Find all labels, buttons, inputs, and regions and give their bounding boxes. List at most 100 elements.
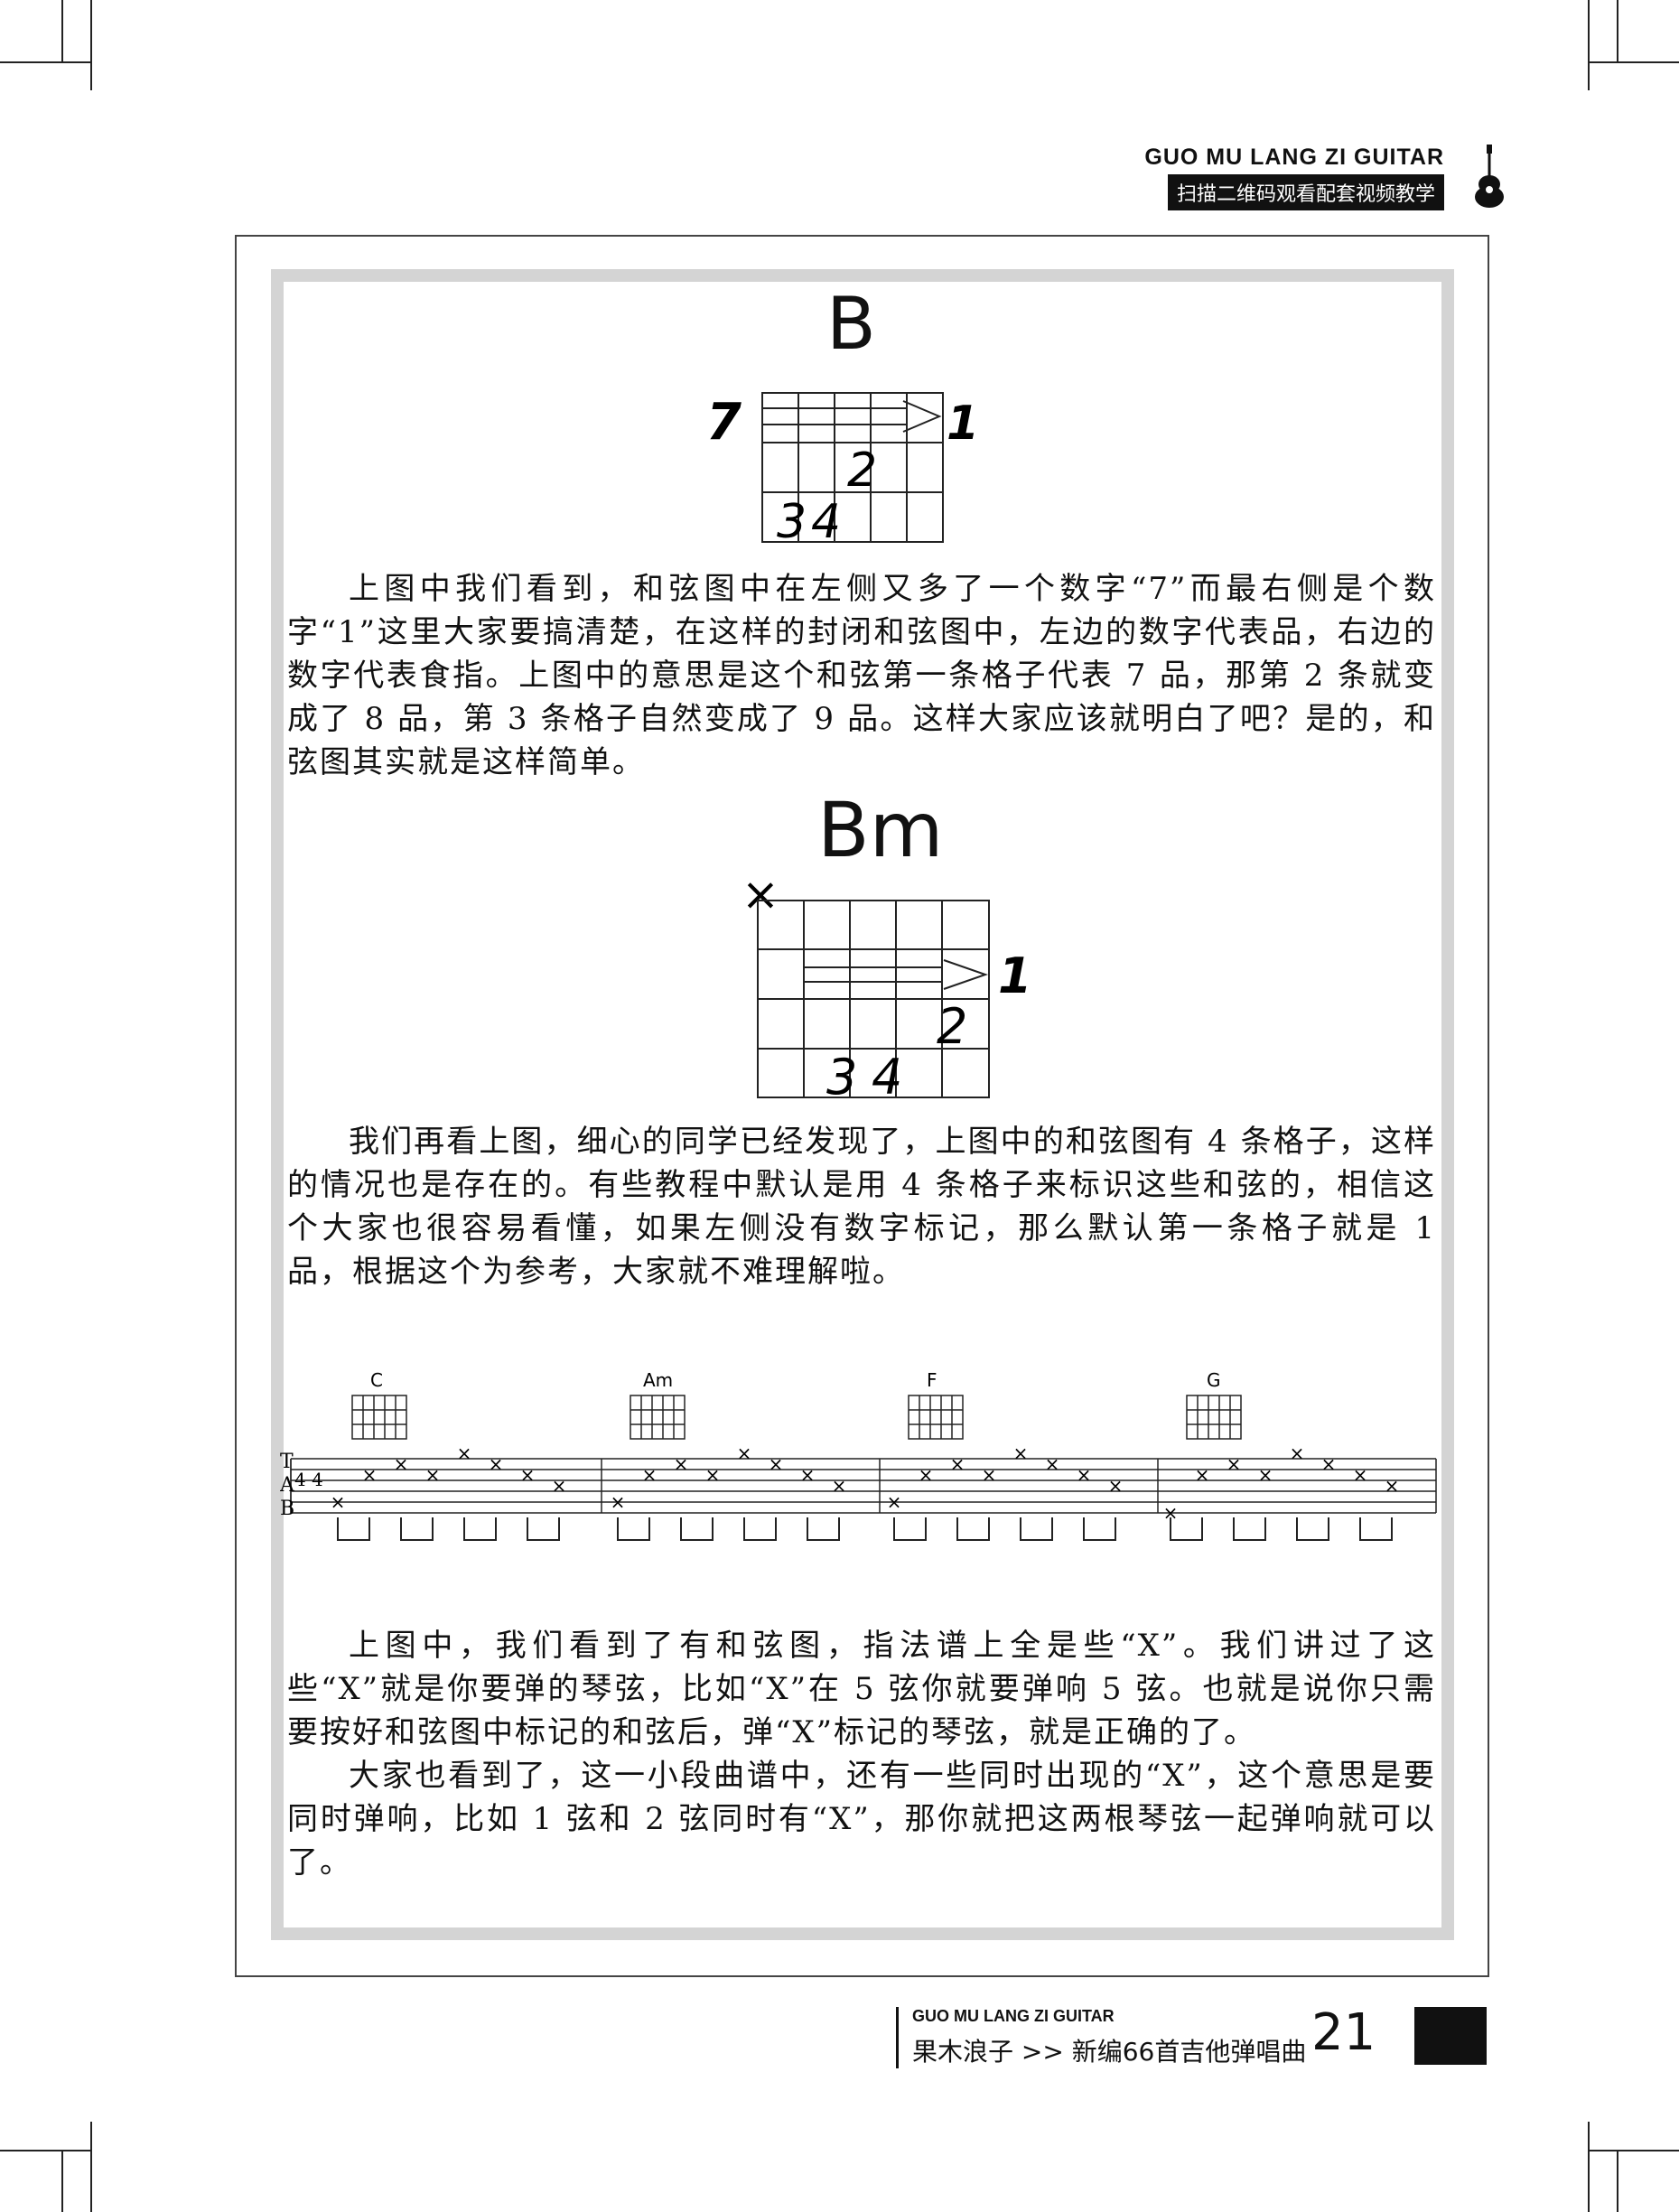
tab-stem xyxy=(1233,1517,1266,1541)
crop-mark xyxy=(1589,2150,1679,2151)
finger-label-2: 2 xyxy=(937,998,967,1055)
page-number: 21 xyxy=(1311,2003,1376,2062)
crop-mark xyxy=(90,0,92,90)
finger-label-3: 3 xyxy=(826,1049,857,1106)
tab-stem xyxy=(893,1517,927,1541)
chord-title-b: B xyxy=(826,282,876,366)
tab-stem xyxy=(1020,1517,1053,1541)
tab-x-mark: × xyxy=(832,1475,847,1497)
tab-stem xyxy=(1083,1517,1116,1541)
footer-divider xyxy=(896,2007,899,2068)
crop-mark xyxy=(1617,2150,1618,2212)
tab-x-mark: × xyxy=(1385,1475,1400,1497)
crop-mark xyxy=(0,61,90,63)
tab-x-mark: × xyxy=(950,1453,965,1475)
finger-label-4: 4 xyxy=(872,1049,902,1106)
tab-x-mark: × xyxy=(1045,1453,1060,1475)
page-tab-block xyxy=(1414,2007,1487,2065)
tab-x-mark: × xyxy=(1077,1464,1092,1486)
tab-stems xyxy=(337,1517,1393,1541)
chord-title-bm: Bm xyxy=(817,786,944,874)
header: GUO MU LANG ZI GUITAR 扫描二维码观看配套视频教学 xyxy=(1144,145,1444,210)
tab-x-mark: × xyxy=(887,1491,902,1513)
chord-diagram-bm: × 1 2 3 4 xyxy=(742,872,1032,1106)
tablature: C Am F G T A B 4 4 × × × × × × × × × × × × × × × × × × × × ×… xyxy=(280,1369,1437,1541)
tab-notes: ×× × ×× × × ××× × ×× × × ××× × ×× × × ××× × ×× × × × xyxy=(331,1442,1400,1524)
header-subtitle: 扫描二维码观看配套视频教学 xyxy=(1167,174,1444,210)
tab-x-mark: × xyxy=(1195,1464,1210,1486)
tab-stem xyxy=(527,1517,560,1541)
crop-mark xyxy=(1589,61,1679,63)
tab-x-mark: × xyxy=(1258,1464,1273,1486)
tab-stem xyxy=(680,1517,714,1541)
finger-label-1: 1 xyxy=(998,947,1032,1004)
crop-mark xyxy=(1588,2122,1590,2212)
tab-stem xyxy=(617,1517,650,1541)
chord-label-am: Am xyxy=(643,1369,673,1391)
tab-x-mark: × xyxy=(674,1453,689,1475)
paragraph-1: 上图中我们看到，和弦图中在左侧又多了一个数字“7”而最右侧是个数字“1”这里大家… xyxy=(287,567,1436,784)
crop-mark xyxy=(61,0,63,63)
tab-x-mark: × xyxy=(552,1475,567,1497)
tab-x-mark: × xyxy=(457,1442,472,1464)
tab-x-mark: × xyxy=(331,1491,346,1513)
header-brand: GUO MU LANG ZI GUITAR xyxy=(1144,145,1444,170)
tab-stem xyxy=(956,1517,990,1541)
tab-x-mark: × xyxy=(1108,1475,1124,1497)
tab-x-mark: × xyxy=(425,1464,441,1486)
footer-book-title: 果木浪子 >> 新编66首吉他弹唱曲 xyxy=(912,2037,1307,2067)
mini-chord-grids xyxy=(351,1395,1242,1440)
tab-x-mark: × xyxy=(394,1453,409,1475)
tab-x-mark: × xyxy=(1227,1453,1242,1475)
tab-x-mark: × xyxy=(982,1464,997,1486)
chord-label-c: C xyxy=(370,1369,383,1391)
finger-label-3: 3 xyxy=(777,495,807,549)
crop-mark xyxy=(0,2150,90,2151)
chord-label-f: F xyxy=(927,1369,937,1391)
tab-x-mark: × xyxy=(1013,1442,1029,1464)
paragraph-3-text: 上图中，我们看到了有和弦图，指法谱上全是些“X”。我们讲过了这些“X”就是你要弹… xyxy=(287,1628,1436,1750)
tab-letter-a: A xyxy=(280,1474,295,1497)
guitar-icon xyxy=(1475,145,1504,208)
tab-x-mark: × xyxy=(642,1464,658,1486)
tab-x-mark: × xyxy=(737,1442,752,1464)
crop-mark xyxy=(90,2122,92,2212)
finger-label-1: 1 xyxy=(947,397,979,451)
tab-stem xyxy=(743,1517,777,1541)
tab-stem xyxy=(1296,1517,1329,1541)
paragraph-1-text: 上图中我们看到，和弦图中在左侧又多了一个数字“7”而最右侧是个数字“1”这里大家… xyxy=(287,571,1436,780)
tab-x-mark: × xyxy=(520,1464,536,1486)
tab-letter-t: T xyxy=(280,1451,294,1473)
crop-mark xyxy=(61,2150,63,2212)
tab-x-mark: × xyxy=(611,1491,626,1513)
tab-x-mark: × xyxy=(919,1464,934,1486)
tab-stem xyxy=(463,1517,497,1541)
tab-stem xyxy=(807,1517,840,1541)
paragraph-3: 上图中，我们看到了有和弦图，指法谱上全是些“X”。我们讲过了这些“X”就是你要弹… xyxy=(287,1624,1436,1884)
time-signature: 4 4 xyxy=(294,1469,323,1490)
footer-brand: GUO MU LANG ZI GUITAR xyxy=(912,2007,1115,2025)
crop-mark xyxy=(1588,0,1590,90)
tab-x-mark: × xyxy=(1353,1464,1368,1486)
tab-x-mark: × xyxy=(1321,1453,1337,1475)
tab-stem xyxy=(400,1517,434,1541)
tab-x-mark: × xyxy=(800,1464,816,1486)
finger-label-2: 2 xyxy=(847,443,877,498)
chord-label-g: G xyxy=(1207,1369,1221,1391)
paragraph-4-text: 大家也看到了，这一小段曲谱中，还有一些同时出现的“X”，这个意思是要同时弹响，比… xyxy=(287,1758,1436,1881)
finger-label-4: 4 xyxy=(811,495,841,549)
tab-x-mark: × xyxy=(362,1464,378,1486)
tab-letter-b: B xyxy=(280,1498,294,1520)
tab-x-mark: × xyxy=(489,1453,504,1475)
chord-diagram-b: 7 1 2 3 4 xyxy=(706,392,979,549)
tab-stem xyxy=(337,1517,370,1541)
tab-x-mark: × xyxy=(1290,1442,1305,1464)
mute-mark: × xyxy=(742,872,779,920)
tab-stem xyxy=(1359,1517,1393,1541)
paragraph-2: 我们再看上图，细心的同学已经发现了，上图中的和弦图有 4 条格子，这样的情况也是… xyxy=(287,1120,1436,1293)
paragraph-2-text: 我们再看上图，细心的同学已经发现了，上图中的和弦图有 4 条格子，这样的情况也是… xyxy=(287,1124,1436,1290)
tab-x-mark: × xyxy=(769,1453,784,1475)
tab-x-mark: × xyxy=(705,1464,721,1486)
crop-mark xyxy=(1617,0,1618,63)
fret-number-label: 7 xyxy=(706,393,742,452)
